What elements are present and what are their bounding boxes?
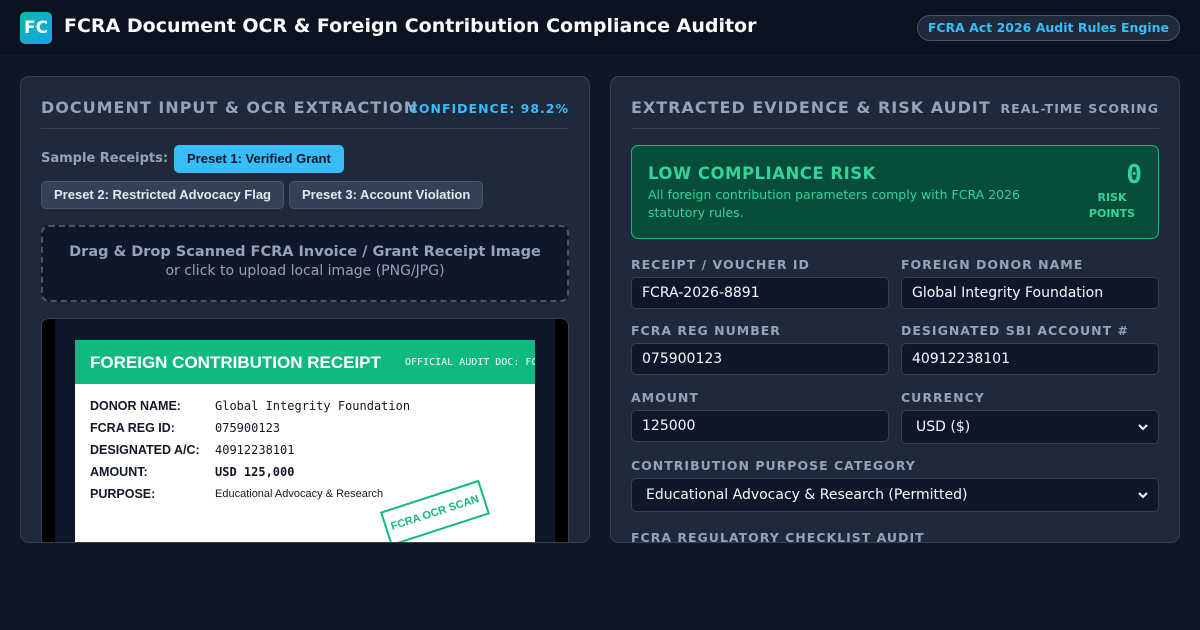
ocr-confidence: CONFIDENCE: 98.2%	[408, 101, 569, 116]
risk-score: 0	[1126, 160, 1142, 190]
risk-score-unit: RISK POINTS	[1082, 190, 1142, 222]
purpose-select[interactable]: Educational Advocacy & Research (Permitt…	[631, 478, 1159, 512]
amount-label: AMOUNT	[631, 390, 699, 405]
receipt-value: Educational Advocacy & Research	[215, 488, 384, 500]
risk-summary-card: LOW COMPLIANCE RISK All foreign contribu…	[631, 145, 1159, 239]
donor-name-input[interactable]: Global Integrity Foundation	[901, 277, 1159, 309]
receipt-label: DONOR NAME:	[90, 399, 181, 413]
preset-2-button[interactable]: Preset 2: Restricted Advocacy Flag	[41, 181, 284, 209]
receipt-value: Global Integrity Foundation	[215, 399, 411, 413]
app-header: FC FCRA Document OCR & Foreign Contribut…	[0, 0, 1200, 56]
receipt-label: AMOUNT:	[90, 465, 148, 479]
purpose-value: Educational Advocacy & Research (Permitt…	[646, 487, 968, 503]
receipt-header: FOREIGN CONTRIBUTION RECEIPT OFFICIAL AU…	[75, 340, 535, 384]
fcra-reg-input[interactable]: 075900123	[631, 343, 889, 375]
receipt-label: DESIGNATED A/C:	[90, 443, 200, 457]
app-title: FCRA Document OCR & Foreign Contribution…	[64, 15, 757, 37]
currency-select[interactable]: USD ($)	[901, 410, 1159, 444]
amount-input[interactable]: 125000	[631, 410, 889, 442]
receipt-label: PURPOSE:	[90, 487, 156, 501]
purpose-label: CONTRIBUTION PURPOSE CATEGORY	[631, 458, 916, 473]
receipt-id-label: RECEIPT / VOUCHER ID	[631, 257, 810, 272]
chevron-down-icon	[1138, 492, 1148, 499]
checklist-title: FCRA REGULATORY CHECKLIST AUDIT	[631, 530, 925, 543]
document-preview[interactable]: FOREIGN CONTRIBUTION RECEIPT OFFICIAL AU…	[41, 318, 569, 542]
preview-canvas: FOREIGN CONTRIBUTION RECEIPT OFFICIAL AU…	[55, 319, 555, 542]
risk-audit-panel: EXTRACTED EVIDENCE & RISK AUDIT REAL-TIM…	[610, 76, 1180, 543]
risk-unit-line: POINTS	[1088, 207, 1136, 220]
presets-label: Sample Receipts:	[41, 151, 169, 166]
receipt-label: FCRA REG ID:	[90, 421, 175, 435]
sbi-account-label: DESIGNATED SBI ACCOUNT #	[901, 323, 1129, 338]
risk-level: LOW COMPLIANCE RISK	[648, 164, 876, 183]
sbi-account-input[interactable]: 40912238101	[901, 343, 1159, 375]
risk-unit-line: RISK	[1097, 191, 1127, 204]
panel-header: EXTRACTED EVIDENCE & RISK AUDIT REAL-TIM…	[631, 98, 1159, 129]
panel-title: EXTRACTED EVIDENCE & RISK AUDIT	[631, 98, 991, 117]
upload-dropzone[interactable]: Drag & Drop Scanned FCRA Invoice / Grant…	[41, 225, 569, 302]
receipt-title: FOREIGN CONTRIBUTION RECEIPT	[90, 353, 381, 372]
receipt-value: USD 125,000	[215, 465, 295, 479]
chevron-down-icon	[1138, 424, 1148, 431]
currency-label: CURRENCY	[901, 390, 985, 405]
receipt-value: 40912238101	[215, 443, 295, 457]
panel-title: DOCUMENT INPUT & OCR EXTRACTION	[41, 98, 419, 117]
ocr-scan-stamp: FCRA OCR SCAN	[379, 479, 491, 542]
scoring-mode: REAL-TIME SCORING	[1000, 101, 1159, 116]
currency-value: USD ($)	[916, 419, 971, 435]
preset-3-button[interactable]: Preset 3: Account Violation	[289, 181, 484, 209]
document-input-panel: DOCUMENT INPUT & OCR EXTRACTION CONFIDEN…	[20, 76, 590, 543]
receipt-doc-ref: OFFICIAL AUDIT DOC: FCRA-	[405, 357, 535, 368]
risk-description: All foreign contribution parameters comp…	[648, 187, 1020, 220]
donor-name-label: FOREIGN DONOR NAME	[901, 257, 1084, 272]
dropzone-title: Drag & Drop Scanned FCRA Invoice / Grant…	[69, 244, 541, 260]
panel-header: DOCUMENT INPUT & OCR EXTRACTION CONFIDEN…	[41, 98, 569, 129]
dropzone-subtitle: or click to upload local image (PNG/JPG)	[165, 263, 445, 279]
scanned-receipt: FOREIGN CONTRIBUTION RECEIPT OFFICIAL AU…	[75, 340, 535, 542]
receipt-value: 075900123	[215, 421, 281, 435]
rules-engine-badge: FCRA Act 2026 Audit Rules Engine	[916, 15, 1180, 41]
fcra-reg-label: FCRA REG NUMBER	[631, 323, 781, 338]
preset-1-button[interactable]: Preset 1: Verified Grant	[174, 145, 344, 173]
app-logo: FC	[20, 12, 52, 44]
receipt-id-input[interactable]: FCRA-2026-8891	[631, 277, 889, 309]
